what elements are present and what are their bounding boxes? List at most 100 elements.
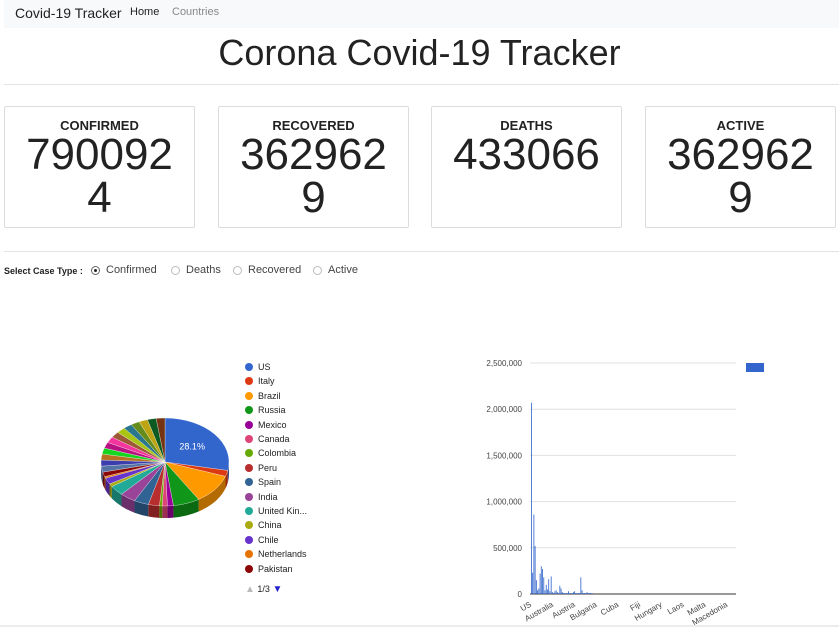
bar[interactable]: [589, 593, 590, 594]
legend-swatch: [245, 478, 253, 487]
legend-swatch: [245, 492, 253, 501]
legend-label: Brazil: [258, 390, 281, 401]
bar[interactable]: [550, 576, 552, 594]
bar[interactable]: [582, 593, 584, 594]
legend-item[interactable]: Brazil: [245, 391, 281, 401]
bar-chart: 0 500,000 1,000,000 1,500,000 2,000,000 2,500…: [486, 359, 764, 627]
bar[interactable]: [545, 584, 547, 594]
bar[interactable]: [574, 591, 576, 594]
bar[interactable]: [532, 572, 534, 594]
y-tick-label: 500,000: [493, 544, 522, 553]
legend-pager: ▲ 1/3 ▼: [245, 584, 282, 595]
legend-label: India: [258, 491, 278, 502]
bar[interactable]: [535, 580, 537, 594]
y-tick-label: 2,500,000: [486, 359, 522, 368]
bar[interactable]: [571, 593, 573, 594]
bar[interactable]: [584, 593, 585, 594]
bar[interactable]: [570, 593, 572, 594]
bar[interactable]: [585, 593, 587, 594]
bar[interactable]: [565, 593, 567, 594]
radio-circle[interactable]: [313, 266, 322, 275]
bar[interactable]: [533, 514, 535, 594]
bar[interactable]: [576, 593, 578, 594]
page-down-icon[interactable]: ▼: [272, 584, 282, 595]
legend-item[interactable]: United Kin...: [245, 506, 307, 516]
legend-swatch: [245, 535, 253, 544]
bar[interactable]: [586, 592, 588, 594]
bar[interactable]: [560, 588, 562, 594]
legend-swatch: [245, 377, 253, 386]
bar[interactable]: [581, 590, 583, 594]
bar[interactable]: [547, 589, 548, 594]
bar[interactable]: [566, 593, 568, 594]
bar[interactable]: [554, 591, 556, 594]
bar[interactable]: [538, 588, 540, 594]
legend-item[interactable]: Canada: [245, 434, 290, 444]
radio-circle[interactable]: [171, 266, 180, 275]
bar[interactable]: [549, 591, 551, 594]
legend-item[interactable]: Pakistan: [245, 564, 293, 574]
bar[interactable]: [563, 593, 564, 594]
legend-label: Peru: [258, 462, 278, 473]
bar[interactable]: [531, 402, 532, 594]
nav-countries-link[interactable]: Countries: [172, 6, 219, 18]
bar[interactable]: [580, 577, 582, 594]
bar[interactable]: [556, 592, 558, 594]
legend-item[interactable]: China: [245, 520, 282, 530]
legend-label: Canada: [258, 434, 290, 444]
divider: [4, 84, 839, 85]
bar[interactable]: [543, 577, 545, 594]
bar[interactable]: [540, 566, 542, 594]
legend-label: Spain: [258, 477, 282, 488]
radio-confirmed[interactable]: Confirmed: [91, 264, 157, 276]
recovered-card: RECOVERED 3629629: [218, 106, 409, 228]
bar[interactable]: [548, 579, 550, 594]
nav-home-link[interactable]: Home: [130, 6, 159, 18]
brand-link[interactable]: Covid-19 Tracker: [15, 5, 122, 21]
legend-item[interactable]: Peru: [245, 463, 277, 473]
radio-recovered[interactable]: Recovered: [233, 264, 301, 276]
bar[interactable]: [561, 592, 563, 594]
radio-label: Recovered: [248, 264, 302, 276]
bar[interactable]: [553, 593, 555, 594]
legend-swatch: [245, 420, 253, 429]
legend-item[interactable]: Italy: [245, 376, 275, 386]
bar[interactable]: [575, 593, 577, 594]
y-tick-label: 0: [518, 590, 523, 599]
legend-item[interactable]: Netherlands: [245, 549, 307, 559]
radio-deaths[interactable]: Deaths: [171, 264, 221, 276]
bar[interactable]: [590, 593, 592, 594]
bar[interactable]: [534, 545, 536, 594]
bar[interactable]: [539, 573, 541, 594]
legend-label: Italy: [258, 376, 275, 387]
page-up-icon[interactable]: ▲: [245, 584, 255, 595]
bar[interactable]: [568, 591, 569, 594]
bar[interactable]: [558, 593, 560, 594]
legend-swatch: [245, 435, 253, 443]
bar[interactable]: [537, 590, 539, 594]
legend-item[interactable]: Russia: [245, 405, 286, 415]
bar[interactable]: [552, 592, 553, 594]
legend-item[interactable]: Chile: [245, 535, 279, 545]
radio-circle[interactable]: [233, 266, 242, 275]
legend-item[interactable]: US: [245, 362, 271, 372]
bar[interactable]: [573, 592, 574, 594]
radio-circle[interactable]: [91, 266, 100, 275]
bar[interactable]: [587, 593, 589, 594]
bar[interactable]: [591, 593, 593, 594]
bar[interactable]: [579, 593, 581, 594]
legend-swatch: [245, 406, 253, 415]
bar[interactable]: [555, 590, 557, 594]
bar[interactable]: [544, 590, 546, 594]
bar[interactable]: [564, 593, 566, 594]
bar[interactable]: [577, 593, 579, 594]
legend-item[interactable]: Mexico: [245, 420, 287, 430]
radio-active[interactable]: Active: [313, 264, 358, 276]
legend-item[interactable]: India: [245, 492, 278, 502]
legend-item[interactable]: Colombia: [245, 448, 296, 458]
pie-slice-side: [159, 505, 163, 518]
legend-item[interactable]: Spain: [245, 477, 281, 487]
bar[interactable]: [559, 585, 561, 594]
bar[interactable]: [569, 593, 571, 594]
bar[interactable]: [542, 569, 543, 594]
